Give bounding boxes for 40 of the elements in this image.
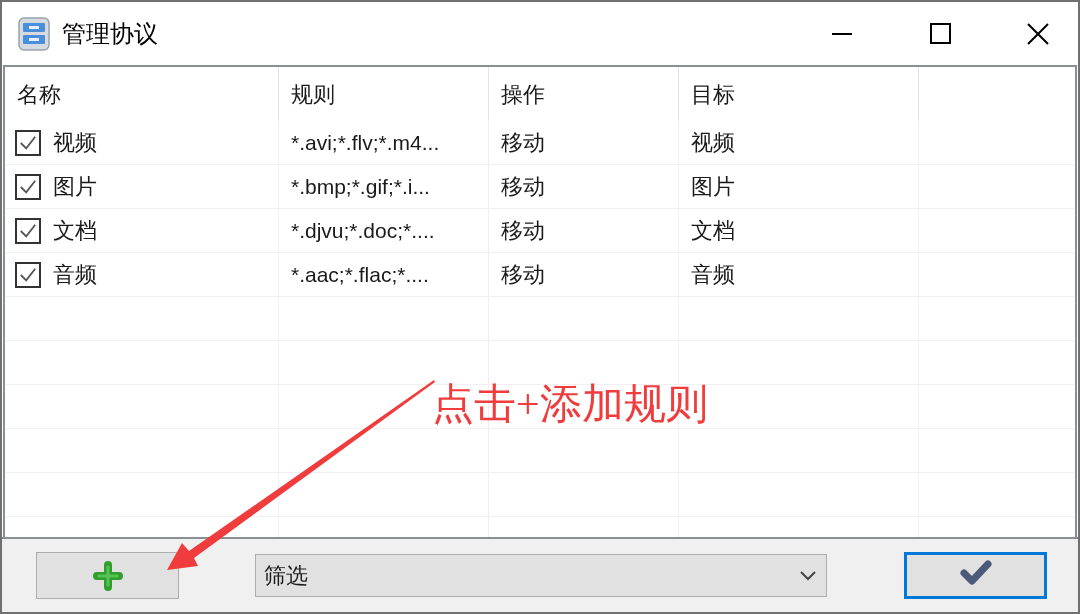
column-header[interactable]: 操作 — [501, 77, 545, 111]
annotation-text: 点击+添加规则 — [432, 380, 708, 429]
check-icon — [19, 221, 37, 240]
table-cell-text: *.djvu;*.doc;*.... — [291, 217, 435, 244]
table-cell-text: *.bmp;*.gif;*.i... — [291, 173, 430, 200]
minimize-icon — [832, 32, 852, 35]
drawers-icon — [18, 16, 50, 51]
table-cell-text: 移动 — [501, 129, 545, 157]
table-cell-text: 音频 — [53, 261, 97, 289]
plus-icon — [92, 560, 123, 591]
table-cell-text: 视频 — [691, 129, 735, 157]
check-icon — [19, 133, 37, 152]
table-cell-text: 视频 — [53, 129, 97, 157]
column-header[interactable]: 规则 — [291, 77, 335, 111]
table-cell-text: *.aac;*.flac;*.... — [291, 261, 429, 288]
window-title: 管理协议 — [62, 18, 158, 49]
check-icon — [19, 265, 37, 284]
table-cell-text: *.avi;*.flv;*.m4... — [291, 129, 440, 156]
table-cell-text: 图片 — [53, 173, 97, 201]
table-cell-text: 音频 — [691, 261, 735, 289]
check-icon — [19, 177, 37, 196]
table-cell-text: 文档 — [691, 217, 735, 245]
column-header[interactable]: 目标 — [691, 77, 735, 111]
table-cell-text: 移动 — [501, 173, 545, 201]
maximize-icon — [929, 23, 951, 44]
table-cell-text: 文档 — [53, 217, 97, 245]
table-cell-text: 移动 — [501, 217, 545, 245]
table-cell-text: 移动 — [501, 261, 545, 289]
checkbox[interactable] — [15, 217, 41, 244]
table-cell-text: 图片 — [691, 173, 735, 201]
add-button[interactable] — [36, 552, 179, 599]
check-icon — [959, 558, 992, 585]
filter-dropdown[interactable]: 筛选 — [255, 554, 827, 597]
checkbox[interactable] — [15, 261, 41, 288]
chevron-down-icon — [800, 570, 816, 581]
ok-button[interactable] — [904, 552, 1047, 599]
checkbox[interactable] — [15, 173, 41, 200]
checkbox[interactable] — [15, 129, 41, 156]
column-header[interactable]: 名称 — [17, 77, 61, 111]
close-icon — [1027, 22, 1049, 45]
